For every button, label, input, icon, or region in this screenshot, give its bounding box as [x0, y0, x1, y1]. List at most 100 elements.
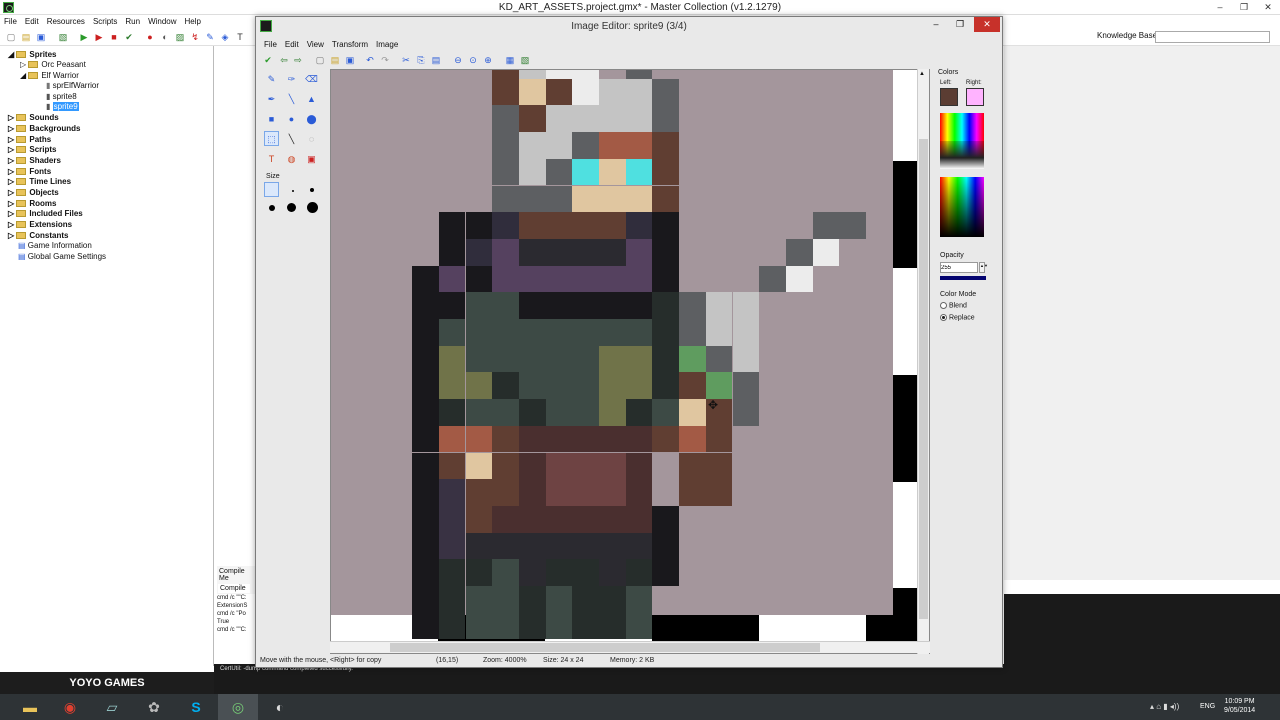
create-shader-icon[interactable]: ◈ [219, 31, 231, 43]
tree-fonts[interactable]: ▷ Fonts [8, 167, 51, 177]
tree-orc-peasant[interactable]: ▷ Orc Peasant [20, 60, 86, 70]
export-icon[interactable]: ▧ [57, 31, 69, 43]
compile-tab[interactable]: Compile [218, 584, 250, 593]
run-icon[interactable]: ▶ [78, 31, 90, 43]
open-image-icon[interactable]: ▤ [329, 54, 341, 66]
eraser-tool-icon[interactable]: ⌫ [304, 71, 319, 86]
undo-icon[interactable]: ↶ [364, 54, 376, 66]
create-background-icon[interactable]: ▨ [174, 31, 186, 43]
language-indicator[interactable]: ENG [1200, 703, 1215, 710]
left-color-swatch[interactable] [940, 88, 958, 106]
tree-sprite8[interactable]: ▮ sprite8 [46, 92, 77, 102]
editor-menu-image[interactable]: Image [372, 38, 402, 51]
menu-file[interactable]: File [0, 15, 21, 28]
menu-resources[interactable]: Resources [43, 15, 89, 28]
create-path-icon[interactable]: ↯ [189, 31, 201, 43]
drawing-canvas[interactable]: ✥ [330, 69, 930, 654]
maximize-button[interactable]: ❐ [1232, 0, 1256, 15]
editor-menu-transform[interactable]: Transform [328, 38, 372, 51]
menu-window[interactable]: Window [144, 15, 180, 28]
select-region-tool-icon[interactable]: ⬚ [264, 131, 279, 146]
ellipse-tool-icon[interactable]: ● [284, 111, 299, 126]
scroll-up-icon[interactable]: ▲ [919, 71, 925, 77]
knowledge-base-input[interactable] [1155, 31, 1270, 43]
brush-size-1[interactable] [264, 182, 279, 197]
new-project-icon[interactable]: ▢ [5, 31, 17, 43]
tree-elf-warrior[interactable]: ◢ Elf Warrior [20, 71, 79, 81]
sprite-pixel-grid[interactable] [331, 70, 893, 640]
tree-game-information[interactable]: ▤ Game Information [18, 241, 92, 251]
menu-edit[interactable]: Edit [21, 15, 43, 28]
editor-menu-file[interactable]: File [260, 38, 281, 51]
editor-minimize-button[interactable]: – [924, 17, 948, 32]
tree-included-files[interactable]: ▷ Included Files [8, 209, 83, 219]
open-project-icon[interactable]: ▤ [20, 31, 32, 43]
redo-icon[interactable]: ↷ [379, 54, 391, 66]
tree-rooms[interactable]: ▷ Rooms [8, 199, 57, 209]
editor-maximize-button[interactable]: ❐ [948, 17, 972, 32]
gamemaker-taskbar-icon[interactable]: ◎ [218, 694, 258, 720]
color-picker-tool-icon[interactable]: ✒ [264, 91, 279, 106]
preview-icon[interactable]: ▧ [519, 54, 531, 66]
brush-size-3[interactable] [310, 188, 314, 192]
tree-scripts[interactable]: ▷ Scripts [8, 145, 57, 155]
file-explorer-icon[interactable]: ▬ [10, 694, 50, 720]
rounded-rect-tool-icon[interactable]: ⬤ [304, 111, 319, 126]
menu-help[interactable]: Help [181, 15, 205, 28]
text-tool-icon[interactable]: T [264, 151, 279, 166]
tree-sounds[interactable]: ▷ Sounds [8, 113, 59, 123]
tree-extensions[interactable]: ▷ Extensions [8, 220, 72, 230]
redo-arrow-icon[interactable]: ⇨ [292, 54, 304, 66]
tray-icons[interactable]: ▴ ⌂ ▮ ◂)) [1150, 702, 1179, 711]
color-spectrum-picker[interactable] [940, 177, 984, 237]
obs-icon[interactable]: ◐ [260, 694, 300, 720]
tree-global-game-settings[interactable]: ▤ Global Game Settings [18, 252, 106, 262]
editor-menu-edit[interactable]: Edit [281, 38, 303, 51]
tree-shaders[interactable]: ▷ Shaders [8, 156, 61, 166]
right-color-swatch[interactable] [966, 88, 984, 106]
canvas-horizontal-scrollbar[interactable] [330, 641, 930, 653]
tree-spr-elf-warrior[interactable]: ▮ sprElfWarrior [46, 81, 99, 91]
minimize-button[interactable]: – [1208, 0, 1232, 15]
confirm-icon[interactable]: ✔ [262, 54, 274, 66]
taskbar-clock[interactable]: 10:09 PM 9/05/2014 [1224, 697, 1255, 715]
close-button[interactable]: ✕ [1256, 0, 1280, 15]
grid-icon[interactable]: ▦ [504, 54, 516, 66]
replace-radio[interactable]: Replace [940, 314, 975, 321]
editor-menu-view[interactable]: View [303, 38, 328, 51]
undo-arrow-icon[interactable]: ⇦ [278, 54, 290, 66]
new-image-icon[interactable]: ▢ [314, 54, 326, 66]
tree-objects[interactable]: ▷ Objects [8, 188, 59, 198]
editor-close-button[interactable]: ✕ [974, 17, 1000, 32]
chrome-icon[interactable]: ◉ [50, 694, 90, 720]
tree-sprite9[interactable]: ▮ sprite9 [46, 102, 79, 112]
line-tool-icon[interactable]: ╲ [284, 91, 299, 106]
create-sound-icon[interactable]: ◐ [159, 31, 171, 43]
notepad-icon[interactable]: ▱ [92, 694, 132, 720]
skype-icon[interactable]: S [176, 694, 216, 720]
pencil-tool-icon[interactable]: ✎ [264, 71, 279, 86]
scroll-thumb[interactable] [390, 643, 820, 652]
brush-size-4[interactable] [269, 205, 275, 211]
create-sprite-icon[interactable]: ● [144, 31, 156, 43]
paint-icon[interactable]: ✿ [134, 694, 174, 720]
cut-icon[interactable]: ✂ [400, 54, 412, 66]
change-color-tool-icon[interactable]: ▣ [304, 151, 319, 166]
tree-sprites[interactable]: ◢ Sprites [8, 50, 57, 60]
spray-tool-icon[interactable]: ✑ [284, 71, 299, 86]
menu-run[interactable]: Run [121, 15, 144, 28]
zoom-reset-icon[interactable]: ⊙ [467, 54, 479, 66]
brush-size-5[interactable] [287, 203, 296, 212]
brush-size-2[interactable] [292, 190, 294, 192]
zoom-out-icon[interactable]: ⊖ [452, 54, 464, 66]
tree-backgrounds[interactable]: ▷ Backgrounds [8, 124, 81, 134]
create-script-icon[interactable]: ✎ [204, 31, 216, 43]
polygon-tool-icon[interactable]: ▲ [304, 91, 319, 106]
color-palette-grid[interactable] [940, 113, 984, 169]
zoom-in-icon[interactable]: ⊕ [482, 54, 494, 66]
lasso-tool-icon[interactable]: ◌ [304, 131, 319, 146]
copy-icon[interactable]: ⎘ [415, 54, 427, 66]
opacity-stepper[interactable]: ▲▼ [979, 262, 988, 273]
debug-icon[interactable]: ▶ [93, 31, 105, 43]
magic-wand-tool-icon[interactable]: ╲ [284, 131, 299, 146]
